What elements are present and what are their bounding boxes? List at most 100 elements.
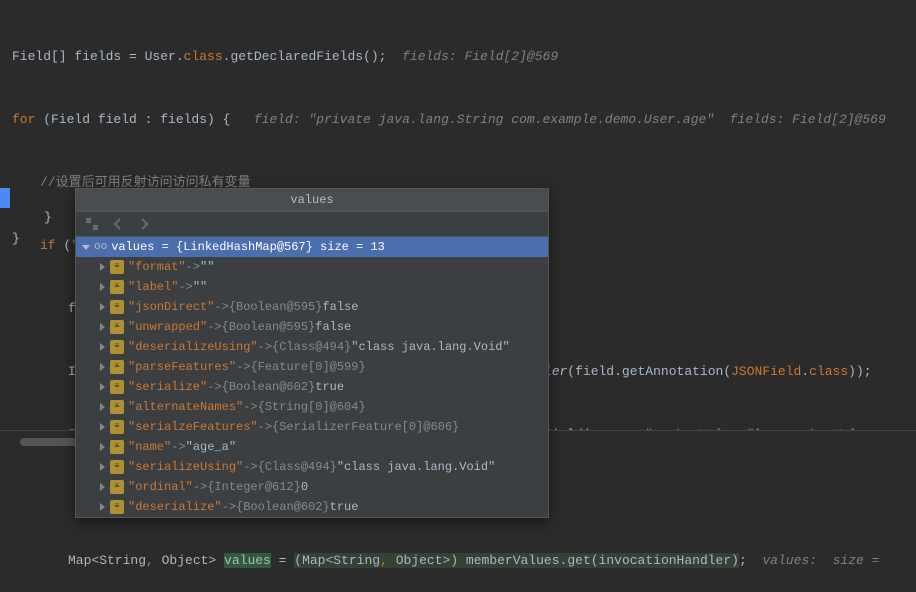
entry-value: 0 — [301, 477, 308, 497]
entry-key: "label" — [128, 277, 178, 297]
field-glyph-icon: ≡ — [110, 340, 124, 354]
entry-key: "unwrapped" — [128, 317, 207, 337]
entry-arrow: -> — [207, 317, 221, 337]
field-glyph-icon: ≡ — [110, 300, 124, 314]
entry-value: "" — [193, 277, 207, 297]
entry-ref: {Boolean@595} — [222, 317, 316, 337]
entry-key: "deserialize" — [128, 497, 222, 517]
tree-row[interactable]: ≡ "alternateNames" -> {String[0]@604} — [76, 397, 548, 417]
expand-arrow-icon[interactable] — [96, 481, 108, 493]
tree-row[interactable]: ≡ "jsonDirect" -> {Boolean@595} false — [76, 297, 548, 317]
expand-arrow-icon[interactable] — [96, 461, 108, 473]
expand-arrow-icon[interactable] — [96, 441, 108, 453]
debug-value-popup[interactable]: values ᴏᴏ values = {LinkedHashMap@567} s… — [75, 188, 549, 518]
code-brace: } — [44, 210, 52, 225]
field-glyph-icon: ≡ — [110, 400, 124, 414]
tree-row[interactable]: ≡"ordinal" -> {Integer@612} 0 — [76, 477, 548, 497]
tree-row[interactable]: ≡"deserializeUsing" -> {Class@494} "clas… — [76, 337, 548, 357]
tree-row[interactable]: ≡ "serialize" -> {Boolean@602} true — [76, 377, 548, 397]
field-glyph-icon: ≡ — [110, 380, 124, 394]
field-glyph-icon: ≡ — [110, 480, 124, 494]
entry-ref: {Integer@612} — [207, 477, 301, 497]
tree-row[interactable]: ≡ "unwrapped" -> {Boolean@595} false — [76, 317, 548, 337]
field-glyph-icon: ≡ — [110, 280, 124, 294]
expand-arrow-icon[interactable] — [96, 381, 108, 393]
tree-row[interactable]: ≡ "serialzeFeatures" -> {SerializerFeatur… — [76, 417, 548, 437]
object-glyph-icon: ᴏᴏ — [94, 237, 107, 257]
entry-arrow: -> — [207, 377, 221, 397]
entry-value: true — [315, 377, 344, 397]
set-value-icon[interactable] — [84, 216, 100, 232]
field-glyph-icon: ≡ — [110, 320, 124, 334]
field-glyph-icon: ≡ — [110, 420, 124, 434]
field-glyph-icon: ≡ — [110, 440, 124, 454]
entry-value: true — [330, 497, 359, 517]
expand-arrow-icon[interactable] — [96, 301, 108, 313]
entry-arrow: -> — [178, 277, 192, 297]
entry-key: "deserializeUsing" — [128, 337, 258, 357]
expand-arrow-icon[interactable] — [96, 361, 108, 373]
entry-ref: {SerializerFeature[0]@606} — [272, 417, 459, 437]
entry-arrow: -> — [258, 337, 272, 357]
entry-arrow: -> — [171, 437, 185, 457]
inline-hint: values: size = — [762, 553, 879, 568]
entry-key: "parseFeatures" — [128, 357, 236, 377]
keyword-for: for — [12, 112, 35, 127]
entry-value: false — [322, 297, 358, 317]
expand-arrow-icon[interactable] — [96, 261, 108, 273]
tree-row[interactable]: ≡ "parseFeatures" -> {Feature[0]@599} — [76, 357, 548, 377]
expand-arrow-icon[interactable] — [96, 421, 108, 433]
entry-ref: {Feature[0]@599} — [250, 357, 365, 377]
entry-key: "alternateNames" — [128, 397, 243, 417]
entry-key: "format" — [128, 257, 186, 277]
entry-ref: {Boolean@602} — [236, 497, 330, 517]
forward-arrow-icon[interactable] — [136, 216, 152, 232]
tree-row[interactable]: ≡ "deserialize" -> {Boolean@602} true — [76, 497, 548, 517]
field-glyph-icon: ≡ — [110, 260, 124, 274]
entry-arrow: -> — [222, 497, 236, 517]
tree-row[interactable]: ≡"name" -> "age_a" — [76, 437, 548, 457]
entry-key: "serialize" — [128, 377, 207, 397]
entry-value: false — [315, 317, 351, 337]
entry-key: "name" — [128, 437, 171, 457]
entry-arrow: -> — [258, 417, 272, 437]
expand-arrow-icon[interactable] — [96, 501, 108, 513]
code-brace: } — [12, 231, 20, 246]
popup-toolbar — [76, 212, 548, 237]
tree-row[interactable]: ≡ "format" -> "" — [76, 257, 548, 277]
field-glyph-icon: ≡ — [110, 460, 124, 474]
expand-arrow-icon[interactable] — [96, 281, 108, 293]
expand-arrow-icon[interactable] — [80, 241, 92, 253]
expand-arrow-icon[interactable] — [96, 341, 108, 353]
entry-arrow: -> — [243, 397, 257, 417]
entry-arrow: -> — [214, 297, 228, 317]
entry-arrow: -> — [186, 257, 200, 277]
entry-value: "" — [200, 257, 214, 277]
entry-ref: {Boolean@595} — [229, 297, 323, 317]
entry-ref: {Boolean@602} — [222, 377, 316, 397]
entry-value: "class java.lang.Void" — [351, 337, 509, 357]
tree-root-label: values = {LinkedHashMap@567} size = 13 — [111, 237, 385, 257]
field-glyph-icon: ≡ — [110, 360, 124, 374]
tree-row[interactable]: ≡"serializeUsing" -> {Class@494} "class … — [76, 457, 548, 477]
entry-key: "ordinal" — [128, 477, 193, 497]
inline-hint: fields: Field[2]@569 — [402, 49, 558, 64]
keyword-class: class — [184, 49, 223, 64]
variable-values[interactable]: values — [224, 553, 271, 568]
field-glyph-icon: ≡ — [110, 500, 124, 514]
entry-key: "serialzeFeatures" — [128, 417, 258, 437]
tree-row[interactable]: ≡ "label" -> "" — [76, 277, 548, 297]
tree-root-row[interactable]: ᴏᴏ values = {LinkedHashMap@567} size = 1… — [76, 237, 548, 257]
expand-arrow-icon[interactable] — [96, 321, 108, 333]
expand-arrow-icon[interactable] — [96, 401, 108, 413]
breakpoint-stripe[interactable] — [0, 188, 10, 208]
entry-arrow: -> — [236, 357, 250, 377]
back-arrow-icon[interactable] — [110, 216, 126, 232]
class-ref: JSONField — [731, 364, 801, 379]
entry-key: "serializeUsing" — [128, 457, 243, 477]
inline-hint: field: "private java.lang.String com.exa… — [254, 112, 886, 127]
entry-ref: {String[0]@604} — [258, 397, 366, 417]
entry-key: "jsonDirect" — [128, 297, 214, 317]
debug-tree[interactable]: ᴏᴏ values = {LinkedHashMap@567} size = 1… — [76, 237, 548, 517]
entry-arrow: -> — [243, 457, 257, 477]
